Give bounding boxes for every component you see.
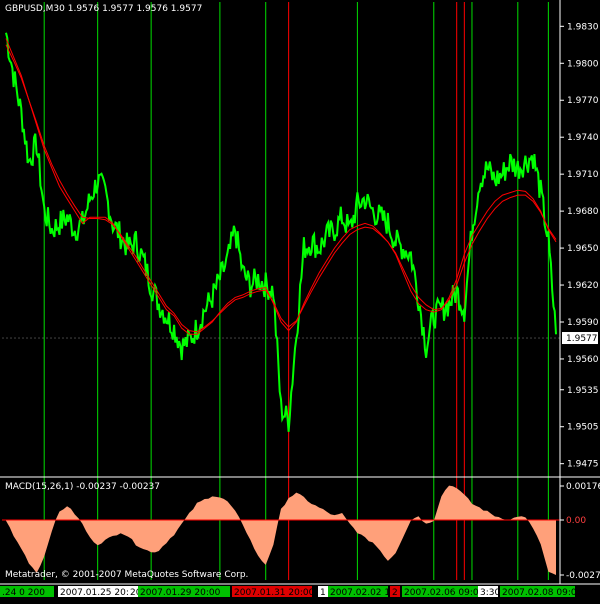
price-tick-label: 1.9560 — [567, 355, 599, 365]
price-tick-label: 1.9800 — [567, 59, 599, 69]
date-label: 2007.02.06 09:00 — [404, 588, 485, 598]
price-tick-label: 1.9475 — [567, 460, 599, 470]
price-tick-label: 1.9650 — [567, 244, 599, 254]
macd-tick-label: 0.00176 — [566, 482, 600, 492]
price-tick-label: 1.9535 — [567, 386, 599, 396]
price-tick-label: 1.9770 — [567, 96, 599, 106]
chart-canvas[interactable]: 1.9830 1.9800 1.9770 1.9740 1.9710 1.9680 1.96… — [0, 0, 600, 600]
price-tick-label: 1.9620 — [567, 281, 599, 291]
macd-tick-label: 0.00 — [566, 516, 586, 526]
price-tick-label: 1.9590 — [567, 318, 599, 328]
date-label: 1 — [320, 588, 326, 598]
price-tick-label: 1.9505 — [567, 423, 599, 433]
date-label: 3:30 — [480, 588, 500, 598]
price-tick-label: 1.9740 — [567, 133, 599, 143]
date-label: 2 — [392, 588, 398, 598]
metatrader-chart[interactable]: 1.9830 1.9800 1.9770 1.9740 1.9710 1.9680 1.96… — [0, 0, 600, 600]
date-label: 2007.02.02 19 — [330, 588, 396, 598]
copyright-text: Metatrader, © 2001-2007 MetaQuotes Softw… — [5, 570, 249, 580]
date-label: 2007.01.31 20:00 — [234, 588, 315, 598]
macd-tick-label: -0.00276 — [566, 571, 600, 581]
macd-label: MACD(15,26,1) -0.00237 -0.00237 — [5, 482, 161, 492]
price-tick-label: 1.9710 — [567, 170, 599, 180]
price-tick-label: 1.9830 — [567, 22, 599, 32]
symbol-label: GBPUSD,M30 1.9576 1.9577 1.9576 1.9577 — [5, 4, 203, 14]
price-tick-label: 1.9680 — [567, 207, 599, 217]
date-label: 2007.02.08 09:00 — [502, 588, 583, 598]
current-price-label: 1.9577 — [566, 334, 598, 344]
date-label: .24 0 200 — [2, 588, 45, 598]
date-label: 2007.01.29 20:00 — [140, 588, 221, 598]
date-axis: .24 0 200 2007.01.25 20:00202007.01.29 20… — [0, 586, 583, 598]
